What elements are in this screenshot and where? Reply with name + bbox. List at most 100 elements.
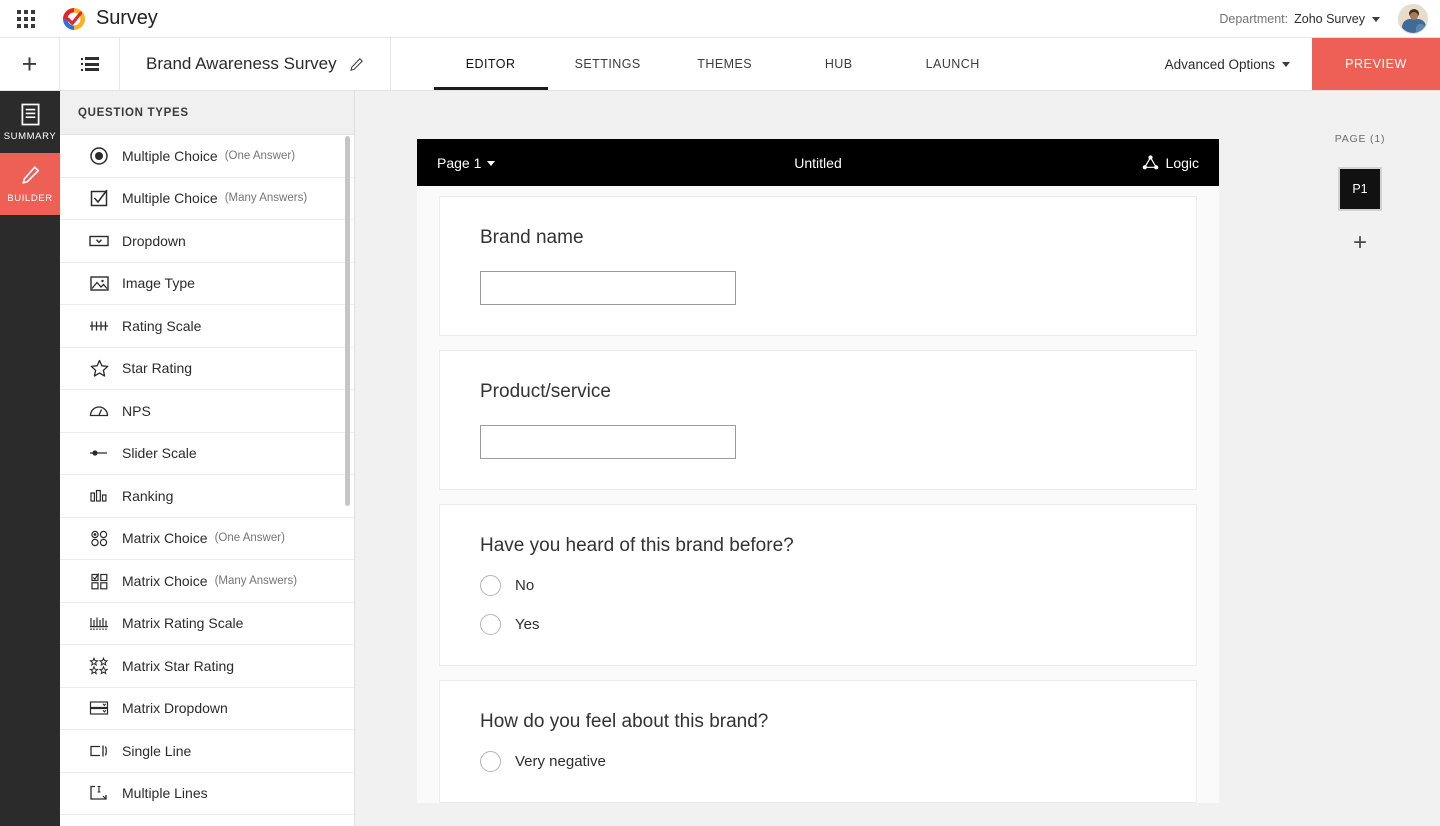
top-bar-right: Department: Zoho Survey bbox=[1219, 0, 1428, 38]
page-selector-label: Page 1 bbox=[437, 154, 482, 171]
question-types-scrollbar[interactable] bbox=[345, 136, 350, 826]
option-label: No bbox=[515, 577, 535, 594]
pencil-icon[interactable] bbox=[349, 57, 364, 72]
logic-button[interactable]: Logic bbox=[1142, 155, 1199, 171]
matrix-checkbox-icon bbox=[76, 571, 122, 591]
matrix-rating-icon bbox=[76, 613, 122, 633]
question-type-label: NPS bbox=[122, 402, 151, 419]
radio-filled-icon bbox=[76, 146, 122, 166]
tab-bar: EDITOR SETTINGS THEMES HUB LAUNCH bbox=[433, 38, 1010, 90]
sidebar-item-builder[interactable]: BUILDER bbox=[0, 153, 60, 215]
sidebar-item-summary[interactable]: SUMMARY bbox=[0, 91, 60, 153]
question-type-matrix-choice-one[interactable]: Matrix Choice (One Answer) bbox=[60, 518, 354, 560]
advanced-options-label: Advanced Options bbox=[1164, 56, 1275, 72]
question-type-label: Single Line bbox=[122, 742, 192, 759]
radio-button-icon[interactable] bbox=[480, 751, 501, 772]
department-label: Department: bbox=[1219, 12, 1289, 26]
question-title: Product/service bbox=[480, 381, 611, 402]
question-title: Have you heard of this brand before? bbox=[480, 535, 794, 556]
radio-option[interactable]: Very negative bbox=[480, 751, 1156, 772]
zoho-survey-logo-icon bbox=[61, 6, 87, 32]
option-label: Yes bbox=[515, 616, 540, 633]
brand-name-input[interactable] bbox=[480, 271, 736, 305]
question-type-multiple-lines[interactable]: Multiple Lines bbox=[60, 773, 354, 815]
bars-icon bbox=[76, 486, 122, 506]
question-type-dropdown[interactable]: Dropdown bbox=[60, 220, 354, 263]
question-type-label: Matrix Choice bbox=[122, 572, 208, 589]
radio-option[interactable]: No bbox=[480, 575, 1156, 596]
question-type-star-rating[interactable]: Star Rating bbox=[60, 348, 354, 390]
page-selector[interactable]: Page 1 bbox=[437, 154, 496, 171]
question-title: How do you feel about this brand? bbox=[480, 711, 769, 732]
question-type-label: Dropdown bbox=[122, 232, 186, 249]
question-type-image[interactable]: Image Type bbox=[60, 263, 354, 305]
question-type-rating-scale[interactable]: Rating Scale bbox=[60, 305, 354, 348]
tab-settings[interactable]: SETTINGS bbox=[548, 38, 668, 90]
tab-themes[interactable]: THEMES bbox=[668, 38, 782, 90]
multi-line-icon bbox=[76, 783, 122, 803]
question-type-multiple-choice-many[interactable]: Multiple Choice (Many Answers) bbox=[60, 178, 354, 220]
apps-grid-icon[interactable] bbox=[13, 6, 39, 32]
question-type-matrix-choice-many[interactable]: Matrix Choice (Many Answers) bbox=[60, 560, 354, 603]
page-count-label: PAGE (1) bbox=[1334, 133, 1386, 145]
question-type-label: Slider Scale bbox=[122, 445, 197, 462]
product-service-input[interactable] bbox=[480, 425, 736, 459]
question-title: Brand name bbox=[480, 227, 584, 248]
matrix-star-icon bbox=[76, 656, 122, 676]
add-page-button[interactable]: + bbox=[1353, 231, 1367, 255]
question-card[interactable]: How do you feel about this brand? Very n… bbox=[439, 680, 1197, 803]
radio-button-icon[interactable] bbox=[480, 575, 501, 596]
question-type-matrix-rating-scale[interactable]: Matrix Rating Scale bbox=[60, 603, 354, 645]
advanced-options-button[interactable]: Advanced Options bbox=[1143, 38, 1312, 90]
tab-editor[interactable]: EDITOR bbox=[433, 38, 548, 90]
question-type-matrix-dropdown[interactable]: Matrix Dropdown bbox=[60, 688, 354, 730]
pencil-icon bbox=[20, 165, 41, 188]
question-type-matrix-star-rating[interactable]: Matrix Star Rating bbox=[60, 645, 354, 688]
question-type-ranking[interactable]: Ranking bbox=[60, 475, 354, 518]
logic-label: Logic bbox=[1165, 154, 1199, 171]
scrollbar-thumb[interactable] bbox=[345, 136, 350, 506]
question-type-label: Matrix Rating Scale bbox=[122, 615, 244, 632]
chevron-down-icon[interactable] bbox=[1372, 16, 1380, 22]
question-types-panel: QUESTION TYPES Multiple Choice (One Answ… bbox=[60, 91, 355, 826]
list-view-icon[interactable] bbox=[60, 38, 120, 90]
rating-scale-icon bbox=[76, 316, 122, 336]
product-name: Survey bbox=[96, 7, 158, 29]
image-icon bbox=[76, 273, 122, 293]
question-type-label: Star Rating bbox=[122, 360, 193, 377]
radio-button-icon[interactable] bbox=[480, 614, 501, 635]
question-card[interactable]: Have you heard of this brand before? No … bbox=[439, 504, 1197, 666]
slider-icon bbox=[76, 443, 122, 463]
question-type-single-line[interactable]: Single Line bbox=[60, 730, 354, 773]
logic-triangle-icon bbox=[1142, 155, 1159, 170]
question-type-sub: (Many Answers) bbox=[214, 574, 298, 587]
tab-hub[interactable]: HUB bbox=[782, 38, 896, 90]
survey-header-bar: Page 1 Untitled Logic bbox=[417, 139, 1219, 186]
gauge-icon bbox=[76, 401, 122, 421]
matrix-dropdown-icon bbox=[76, 698, 122, 718]
plus-icon[interactable]: + bbox=[0, 38, 60, 90]
survey-canvas: Page 1 Untitled Logic Brand name Product… bbox=[355, 91, 1440, 826]
toolbar-actions: Advanced Options PREVIEW bbox=[1143, 38, 1440, 90]
survey-preview-container: Page 1 Untitled Logic Brand name Product… bbox=[417, 139, 1219, 817]
preview-button[interactable]: PREVIEW bbox=[1312, 38, 1440, 90]
question-type-sub: (One Answer) bbox=[214, 532, 285, 545]
question-type-nps[interactable]: NPS bbox=[60, 390, 354, 433]
question-type-label: Matrix Choice bbox=[122, 530, 208, 547]
document-icon bbox=[20, 103, 41, 126]
top-bar: Survey Department: Zoho Survey bbox=[0, 0, 1440, 38]
question-type-label: Matrix Dropdown bbox=[122, 700, 228, 717]
page-strip: PAGE (1) P1 + bbox=[1280, 91, 1440, 826]
option-label: Very negative bbox=[515, 753, 606, 770]
question-card[interactable]: Product/service bbox=[439, 350, 1197, 490]
question-type-slider-scale[interactable]: Slider Scale bbox=[60, 433, 354, 475]
question-type-multiple-choice-one[interactable]: Multiple Choice (One Answer) bbox=[60, 135, 354, 178]
radio-option[interactable]: Yes bbox=[480, 614, 1156, 635]
department-value[interactable]: Zoho Survey bbox=[1294, 12, 1365, 26]
question-types-header: QUESTION TYPES bbox=[60, 91, 354, 135]
main-body: SUMMARY BUILDER QUESTION TYPES Multiple … bbox=[0, 91, 1440, 826]
avatar[interactable] bbox=[1398, 4, 1428, 34]
question-card[interactable]: Brand name bbox=[439, 196, 1197, 336]
page-thumbnail-p1[interactable]: P1 bbox=[1338, 167, 1382, 211]
tab-launch[interactable]: LAUNCH bbox=[896, 38, 1010, 90]
